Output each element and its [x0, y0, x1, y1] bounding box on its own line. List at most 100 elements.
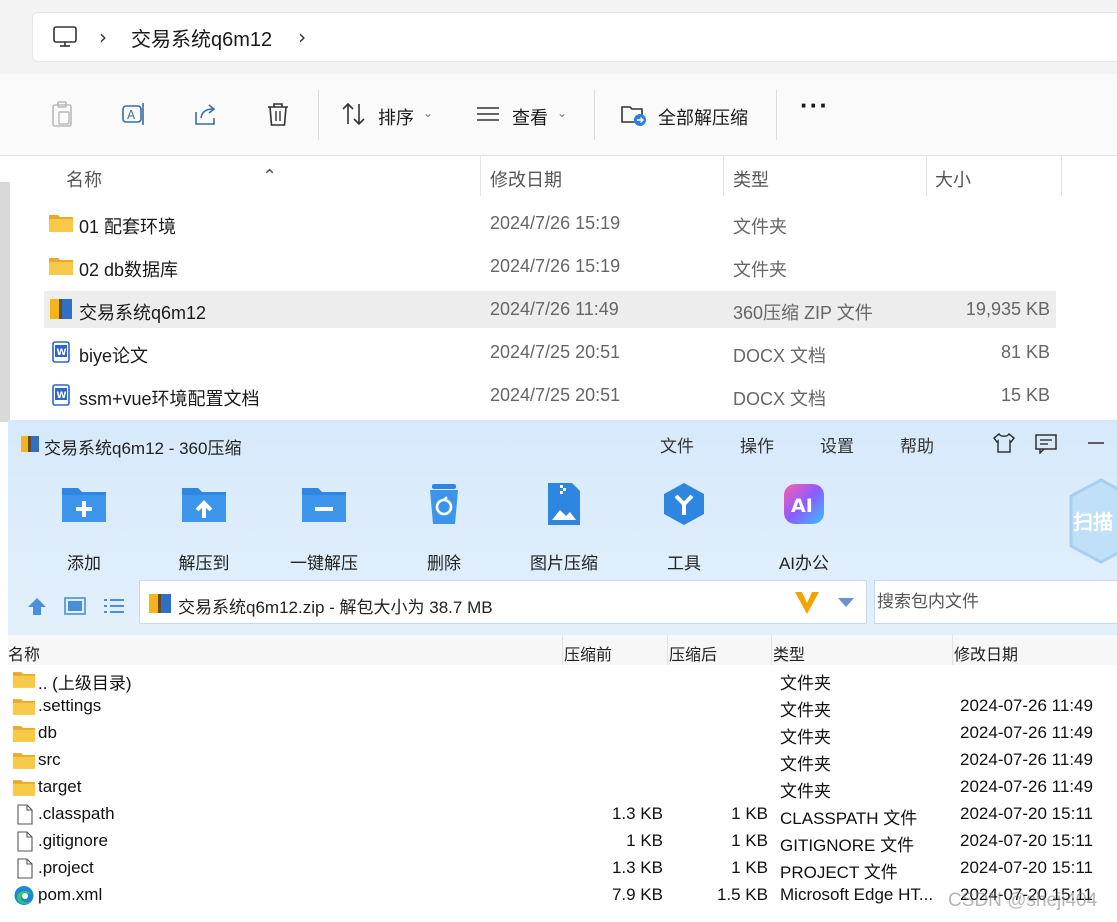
file-size: 19,935 KB	[965, 299, 1050, 319]
delete-icon[interactable]	[264, 100, 292, 128]
file-row[interactable]: 01 配套环境 2024/7/26 15:19 文件夹	[44, 205, 1056, 242]
file-type: 360压缩 ZIP 文件	[733, 303, 873, 323]
feedback-icon[interactable]	[1034, 432, 1058, 454]
sort-icon[interactable]	[340, 100, 368, 128]
entry-type: 文件夹	[780, 701, 831, 720]
archive-path-field[interactable]: 交易系统q6m12.zip - 解包大小为 38.7 MB	[139, 580, 867, 624]
scrollbar-track[interactable]	[0, 182, 10, 422]
archive-toolbar-area: 交易系统q6m12 - 360压缩 文件 操作 设置 帮助 添加 解压到 一键解…	[8, 420, 1117, 635]
zip-archive-icon	[21, 436, 39, 452]
delete-label: 删除	[427, 554, 461, 573]
more-options-icon[interactable]: ···	[800, 92, 829, 118]
entry-date: 2024-07-26 11:49	[960, 696, 1093, 715]
up-arrow-icon[interactable]	[26, 596, 48, 616]
column-divider[interactable]	[952, 635, 953, 665]
entry-size-after: 1 KB	[731, 858, 768, 877]
list-view-icon[interactable]	[103, 596, 125, 616]
address-bar[interactable]: › 交易系统q6m12 ›	[32, 12, 1117, 62]
archive-entry-row[interactable]: db 文件夹 2024-07-26 11:49	[8, 720, 1117, 747]
column-size-after[interactable]: 压缩后	[669, 641, 717, 665]
archive-entry-row[interactable]: target 文件夹 2024-07-26 11:49	[8, 774, 1117, 801]
folder-icon	[12, 753, 36, 769]
menu-help[interactable]: 帮助	[900, 432, 934, 457]
rename-icon[interactable]: A	[120, 100, 148, 128]
menu-file[interactable]: 文件	[660, 432, 694, 457]
share-icon[interactable]	[192, 100, 220, 128]
entry-size-before: 1.3 KB	[611, 804, 663, 823]
chevron-down-icon[interactable]: ⌄	[557, 106, 567, 120]
column-divider[interactable]	[723, 156, 724, 196]
chevron-right-icon[interactable]: ›	[99, 25, 107, 49]
entry-type: 文件夹	[780, 728, 831, 747]
column-date-modified[interactable]: 修改日期	[490, 166, 562, 192]
column-divider[interactable]	[562, 635, 563, 665]
column-divider[interactable]	[926, 156, 927, 196]
column-name[interactable]: 名称	[8, 641, 40, 665]
column-divider[interactable]	[480, 156, 481, 196]
file-row[interactable]: 02 db数据库 2024/7/26 15:19 文件夹	[44, 248, 1056, 285]
extract-to-button[interactable]: 解压到	[149, 482, 259, 573]
column-size-before[interactable]: 压缩前	[564, 641, 612, 665]
menu-operation[interactable]: 操作	[740, 432, 774, 457]
toolbar-divider	[318, 90, 319, 140]
delete-button[interactable]: 删除	[389, 482, 499, 573]
file-row[interactable]: Wssm+vue环境配置文档 2024/7/25 20:51 DOCX 文档 15 K…	[44, 377, 1056, 414]
scan-badge-icon[interactable]: 扫描	[1061, 476, 1117, 566]
image-compress-button[interactable]: 图片压缩	[509, 482, 619, 573]
menu-settings[interactable]: 设置	[820, 432, 854, 457]
entry-type: 文件夹	[780, 782, 831, 801]
view-button[interactable]: 查看	[512, 104, 548, 130]
folder-icon	[49, 258, 73, 275]
archive-entry-row[interactable]: .settings 文件夹 2024-07-26 11:49	[8, 693, 1117, 720]
archive-entry-row[interactable]: .. (上级目录) 文件夹	[8, 666, 1117, 693]
file-row[interactable]: Wbiye论文 2024/7/25 20:51 DOCX 文档 81 KB	[44, 334, 1056, 371]
minimize-icon[interactable]	[1084, 432, 1108, 454]
view-list-icon[interactable]	[474, 100, 502, 128]
v-badge-icon[interactable]	[792, 587, 822, 617]
zip-archive-icon	[50, 299, 72, 319]
column-size[interactable]: 大小	[935, 166, 971, 192]
archive-entry-row[interactable]: .gitignore 1 KB 1 KB GITIGNORE 文件 2024-07-20…	[8, 828, 1117, 855]
archive-path-text: 交易系统q6m12.zip - 解包大小为 38.7 MB	[178, 598, 493, 617]
column-name[interactable]: 名称	[66, 166, 102, 192]
column-divider[interactable]	[667, 635, 668, 665]
entry-type: PROJECT 文件	[780, 863, 898, 882]
column-divider[interactable]	[771, 635, 772, 665]
entry-name: .. (上级目录)	[38, 674, 132, 693]
skin-shirt-icon[interactable]	[992, 432, 1016, 454]
archive-list-header: 名称 压缩前 压缩后 类型 修改日期	[8, 635, 1117, 665]
archive-entry-row[interactable]: .classpath 1.3 KB 1 KB CLASSPATH 文件 2024-07-…	[8, 801, 1117, 828]
extract-all-button[interactable]: 全部解压缩	[658, 104, 748, 130]
column-date-modified[interactable]: 修改日期	[954, 641, 1018, 665]
column-type[interactable]: 类型	[773, 641, 805, 665]
entry-name: .gitignore	[38, 831, 108, 850]
command-bar: A 排序 ⌄ 查看 ⌄ 全部解压缩	[0, 74, 1117, 156]
extract-all-icon[interactable]	[620, 100, 648, 128]
search-box[interactable]	[874, 580, 1117, 624]
add-button[interactable]: 添加	[29, 482, 139, 573]
chevron-down-icon[interactable]: ⌄	[423, 106, 433, 120]
archive-entry-row[interactable]: src 文件夹 2024-07-26 11:49	[8, 747, 1117, 774]
word-doc-icon: W	[52, 384, 70, 406]
paste-icon[interactable]	[48, 100, 76, 128]
one-click-extract-button[interactable]: 一键解压	[269, 482, 379, 573]
tools-button[interactable]: 工具	[629, 482, 739, 573]
file-date: 2024/7/26 15:19	[490, 213, 621, 233]
svg-text:W: W	[57, 348, 67, 358]
column-type[interactable]: 类型	[733, 166, 769, 192]
file-icon	[17, 858, 33, 879]
file-name: ssm+vue环境配置文档	[79, 389, 260, 409]
search-input[interactable]	[875, 581, 1105, 623]
dropdown-arrow-icon[interactable]	[837, 596, 855, 608]
archive-entry-row[interactable]: .project 1.3 KB 1 KB PROJECT 文件 2024-07-20 1…	[8, 855, 1117, 882]
archive-window: 交易系统q6m12 - 360压缩 文件 操作 设置 帮助 添加 解压到 一键解…	[8, 420, 1117, 922]
this-pc-icon[interactable]	[53, 26, 77, 48]
svg-text:W: W	[57, 391, 67, 401]
chevron-right-icon[interactable]: ›	[298, 25, 306, 49]
ai-office-button[interactable]: AI AI办公	[749, 482, 859, 573]
file-row[interactable]: 交易系统q6m12 2024/7/26 11:49 360压缩 ZIP 文件 19,9…	[44, 291, 1056, 328]
column-divider[interactable]	[1061, 156, 1062, 196]
thumbnail-view-icon[interactable]	[64, 596, 86, 616]
sort-button[interactable]: 排序	[378, 104, 414, 130]
breadcrumb-current[interactable]: 交易系统q6m12	[131, 23, 272, 52]
